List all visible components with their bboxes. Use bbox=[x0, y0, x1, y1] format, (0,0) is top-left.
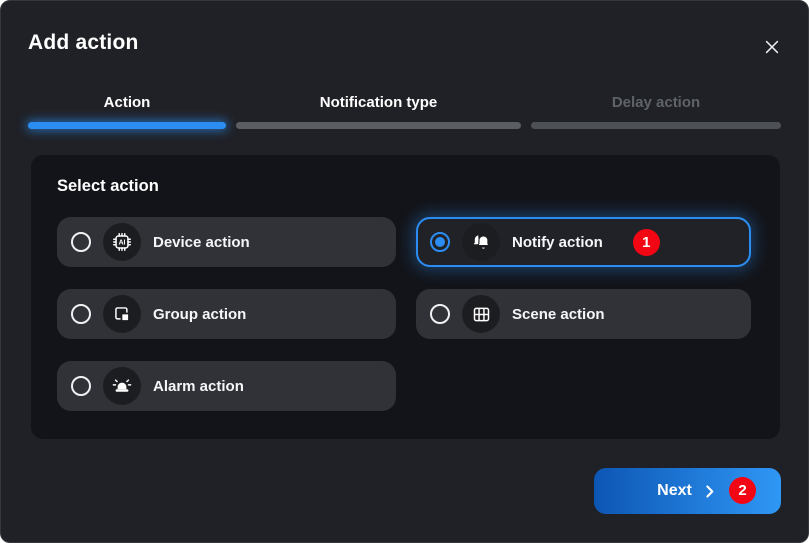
tab-action[interactable]: Action bbox=[28, 94, 226, 129]
page-title: Add action bbox=[28, 31, 139, 55]
option-scene-action[interactable]: Scene action bbox=[416, 289, 751, 339]
group-action-icon-circle bbox=[103, 295, 141, 333]
option-device-action[interactable]: AI Device action bbox=[57, 217, 396, 267]
option-group-action[interactable]: Group action bbox=[57, 289, 396, 339]
svg-text:AI: AI bbox=[119, 239, 126, 246]
group-icon bbox=[112, 304, 133, 325]
radio-unchecked-icon[interactable] bbox=[71, 304, 91, 324]
radio-unchecked-icon[interactable] bbox=[71, 232, 91, 252]
option-label: Notify action bbox=[512, 234, 603, 251]
tab-notification-type-label: Notification type bbox=[320, 94, 438, 112]
select-action-panel: Select action AI Device action bbox=[31, 155, 780, 439]
annotation-step-badge-1: 1 bbox=[633, 229, 660, 256]
chevron-right-icon bbox=[701, 483, 718, 500]
alarm-siren-icon bbox=[111, 375, 133, 397]
bells-icon bbox=[470, 231, 493, 254]
tab-notification-type-progress-bar bbox=[236, 122, 521, 129]
option-label: Alarm action bbox=[153, 378, 244, 395]
tab-delay-action: Delay action bbox=[531, 94, 781, 129]
ai-chip-icon: AI bbox=[111, 231, 133, 253]
radio-unchecked-icon[interactable] bbox=[430, 304, 450, 324]
radio-unchecked-icon[interactable] bbox=[71, 376, 91, 396]
tab-delay-action-label: Delay action bbox=[612, 94, 700, 112]
wizard-step-tabs: Action Notification type Delay action bbox=[28, 94, 781, 129]
option-label: Device action bbox=[153, 234, 250, 251]
next-button[interactable]: Next 2 bbox=[594, 468, 781, 514]
radio-checked-icon[interactable] bbox=[430, 232, 450, 252]
add-action-dialog: Add action Action Notification type Dela… bbox=[0, 0, 809, 543]
annotation-step-badge-2: 2 bbox=[729, 477, 756, 504]
close-button[interactable] bbox=[758, 33, 786, 61]
option-label: Group action bbox=[153, 306, 246, 323]
close-icon bbox=[762, 37, 782, 57]
alarm-action-icon-circle bbox=[103, 367, 141, 405]
panel-heading: Select action bbox=[57, 177, 159, 196]
tab-action-progress-bar bbox=[28, 122, 226, 129]
device-action-icon-circle: AI bbox=[103, 223, 141, 261]
scene-filmstrip-icon bbox=[471, 304, 492, 325]
tab-action-label: Action bbox=[104, 94, 151, 112]
option-notify-action[interactable]: Notify action 1 bbox=[416, 217, 751, 267]
notify-action-icon-circle bbox=[462, 223, 500, 261]
next-button-label: Next bbox=[657, 482, 692, 500]
tab-notification-type[interactable]: Notification type bbox=[236, 94, 521, 129]
option-alarm-action[interactable]: Alarm action bbox=[57, 361, 396, 411]
tab-delay-action-progress-bar bbox=[531, 122, 781, 129]
scene-action-icon-circle bbox=[462, 295, 500, 333]
option-label: Scene action bbox=[512, 306, 605, 323]
